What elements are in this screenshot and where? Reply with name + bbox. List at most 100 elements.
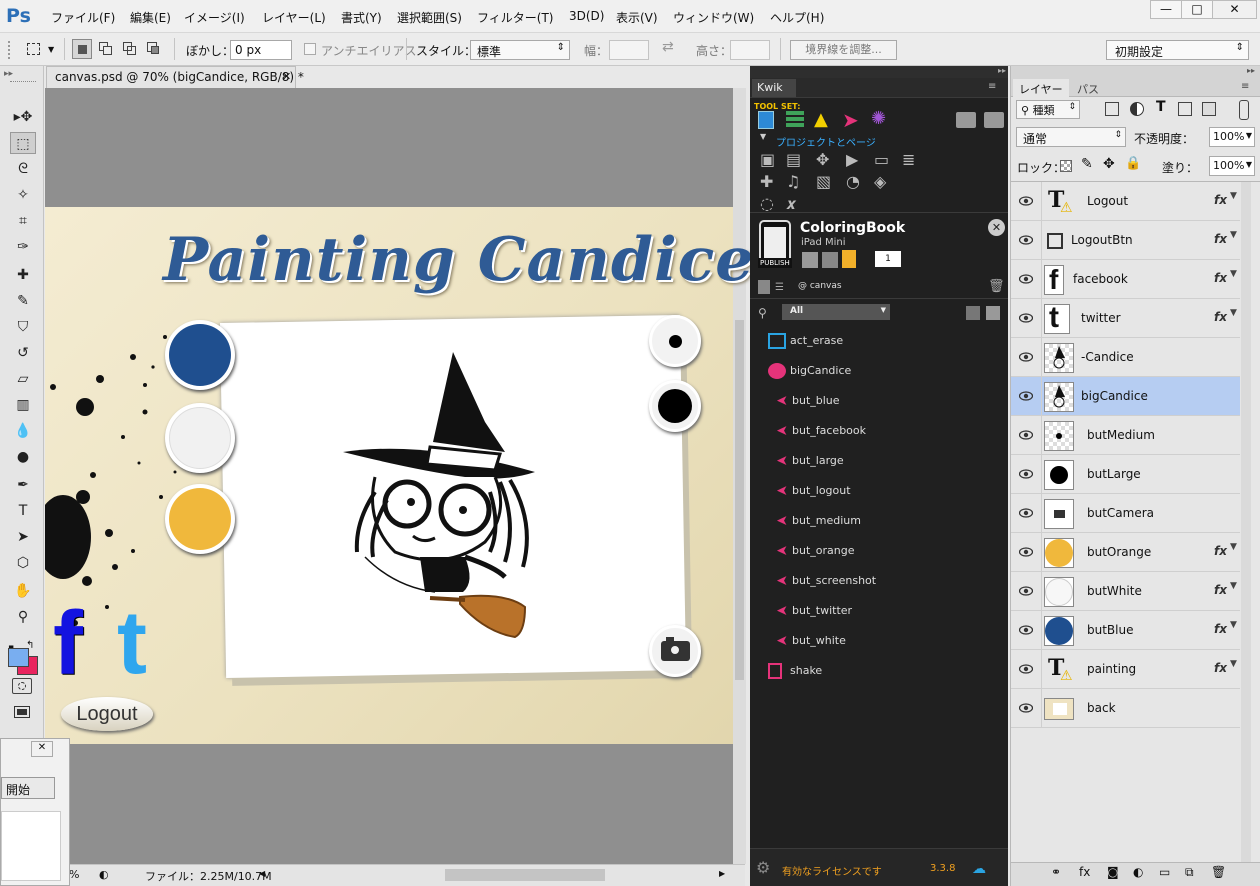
- move-arrows-icon[interactable]: ✥: [816, 150, 829, 169]
- type-tool-icon[interactable]: T: [10, 500, 36, 522]
- layer-name[interactable]: butWhite: [1087, 584, 1142, 598]
- gradient-tool-icon[interactable]: ▥: [10, 394, 36, 416]
- visibility-eye-icon[interactable]: [1018, 234, 1034, 245]
- eyedropper-tool-icon[interactable]: ✑: [10, 236, 36, 258]
- add-folder-icon[interactable]: [956, 112, 976, 128]
- logout-button[interactable]: Logout: [61, 697, 153, 731]
- intersect-selection-button[interactable]: [144, 39, 164, 59]
- x-icon[interactable]: 𝒙: [786, 194, 796, 214]
- foreground-color-swatch[interactable]: [8, 648, 29, 667]
- layer-name[interactable]: back: [1087, 701, 1116, 715]
- page-icon[interactable]: [842, 250, 856, 268]
- layer-row[interactable]: bigCandice: [1011, 377, 1240, 416]
- filter-toggle[interactable]: [1239, 100, 1249, 120]
- lock-position-icon[interactable]: ✥: [1103, 156, 1115, 172]
- dialog-list[interactable]: [1, 811, 61, 881]
- crop-tool-icon[interactable]: ⌗: [10, 210, 36, 232]
- layer-effects-icon[interactable]: fx: [1214, 193, 1227, 207]
- filter-select[interactable]: All ▼: [782, 304, 890, 320]
- layers-tab[interactable]: レイヤー: [1013, 79, 1069, 97]
- white-color-button[interactable]: [165, 403, 235, 473]
- layer-row[interactable]: butLarge: [1011, 455, 1240, 494]
- new-layer-icon[interactable]: ⧉: [1185, 865, 1194, 880]
- kwik-list-item[interactable]: ➤ but_twitter: [768, 603, 998, 625]
- layer-name[interactable]: butLarge: [1087, 467, 1141, 481]
- layer-effects-icon[interactable]: fx: [1214, 271, 1227, 285]
- blur-tool-icon[interactable]: 💧: [10, 420, 36, 442]
- kwik-list-item[interactable]: ➤ but_large: [768, 453, 998, 475]
- kwik-list-item[interactable]: shake: [768, 663, 998, 685]
- layer-row[interactable]: back: [1011, 689, 1240, 728]
- blend-mode-select[interactable]: 通常 ⇕: [1016, 127, 1126, 147]
- panel-menu-icon[interactable]: ≡: [1241, 81, 1249, 92]
- shape-tool-icon[interactable]: ⬡: [10, 552, 36, 574]
- panel-menu-icon[interactable]: ≡: [988, 81, 996, 92]
- page-list-icon[interactable]: [758, 280, 770, 294]
- healing-tool-icon[interactable]: ✚: [10, 264, 36, 286]
- twitter-icon[interactable]: t: [117, 598, 181, 689]
- expand-effects-icon[interactable]: ▼: [1230, 269, 1237, 279]
- screen-mode-icon[interactable]: [12, 704, 32, 720]
- lasso-tool-icon[interactable]: ᘓ: [10, 158, 36, 180]
- layer-name[interactable]: painting: [1087, 662, 1136, 676]
- eraser-tool-icon[interactable]: ▱: [10, 368, 36, 390]
- layer-row[interactable]: butOrange fx ▼: [1011, 533, 1240, 572]
- image-filter-icon[interactable]: [1105, 102, 1119, 116]
- kwik-list-item[interactable]: ➤ but_logout: [768, 483, 998, 505]
- expand-effects-icon[interactable]: ▼: [1230, 620, 1237, 630]
- paths-tab[interactable]: パス: [1077, 81, 1099, 97]
- adjustment-layer-icon[interactable]: ◐: [1133, 865, 1143, 879]
- scroll-right-icon[interactable]: ▶: [719, 869, 731, 881]
- layer-effects-icon[interactable]: fx: [1214, 310, 1227, 324]
- new-group-icon[interactable]: ▭: [1159, 865, 1170, 879]
- feather-input[interactable]: 0 px: [230, 40, 292, 60]
- gallery-icon[interactable]: [822, 252, 838, 268]
- lock-all-icon[interactable]: 🔒: [1125, 156, 1141, 171]
- history-brush-icon[interactable]: ↺: [10, 342, 36, 364]
- kwik-tab[interactable]: Kwik: [752, 79, 796, 97]
- layer-row[interactable]: LogoutBtn fx ▼: [1011, 221, 1240, 260]
- subtract-selection-button[interactable]: [120, 39, 140, 59]
- layer-effects-icon[interactable]: fx: [1214, 544, 1227, 558]
- pages-icon[interactable]: [758, 111, 774, 129]
- collapse-icon[interactable]: ▸▸: [1247, 66, 1255, 75]
- layer-row[interactable]: butCamera: [1011, 494, 1240, 533]
- add-style-icon[interactable]: fx: [1079, 865, 1090, 879]
- expand-effects-icon[interactable]: ▼: [1230, 308, 1237, 318]
- menu-item[interactable]: 選択範囲(S): [397, 9, 462, 26]
- dialog-close-icon[interactable]: ✕: [31, 741, 53, 757]
- terminal-icon[interactable]: ▭: [874, 150, 889, 169]
- layer-name[interactable]: butBlue: [1087, 623, 1133, 637]
- layer-name[interactable]: butMedium: [1087, 428, 1155, 442]
- visibility-eye-icon[interactable]: [1018, 468, 1034, 479]
- add-mask-icon[interactable]: ◙: [1107, 865, 1119, 879]
- expand-effects-icon[interactable]: ▼: [1230, 542, 1237, 552]
- cloud-icon[interactable]: ☁: [972, 861, 986, 877]
- layer-name[interactable]: bigCandice: [1081, 389, 1148, 403]
- quick-mask-icon[interactable]: [12, 678, 32, 694]
- marquee-tool-icon[interactable]: ⬚: [10, 132, 36, 154]
- camera-tool-icon[interactable]: ▣: [760, 150, 775, 169]
- menu-item[interactable]: 書式(Y): [341, 9, 382, 26]
- collapse-icon[interactable]: ▸▸: [4, 69, 13, 79]
- fill-input[interactable]: 100% ▼: [1209, 156, 1255, 176]
- kwik-list-item[interactable]: ➤ but_orange: [768, 543, 998, 565]
- brush-tool-icon[interactable]: ✎: [10, 290, 36, 312]
- layer-row[interactable]: T ⚠ Logout fx ▼: [1011, 182, 1240, 221]
- music-icon[interactable]: ♫: [786, 172, 800, 191]
- kind-filter-select[interactable]: ⚲ 種類 ⇕: [1016, 100, 1080, 119]
- orange-color-button[interactable]: [165, 484, 235, 554]
- canvas[interactable]: Painting Candice f t Logout: [45, 207, 753, 744]
- publish-label[interactable]: PUBLISH: [758, 258, 792, 268]
- visibility-eye-icon[interactable]: [1018, 351, 1034, 362]
- layer-row[interactable]: butMedium: [1011, 416, 1240, 455]
- menu-item[interactable]: 表示(V): [616, 9, 658, 26]
- layer-name[interactable]: twitter: [1081, 311, 1121, 325]
- layer-name[interactable]: butOrange: [1087, 545, 1151, 559]
- move-tool-icon[interactable]: ▸✥: [10, 106, 36, 128]
- add-icon[interactable]: ✚: [760, 172, 773, 191]
- kwik-list-item[interactable]: ➤ but_blue: [768, 393, 998, 415]
- search-icon[interactable]: ⚲: [758, 306, 767, 320]
- close-project-icon[interactable]: ✕: [988, 219, 1005, 236]
- visibility-eye-icon[interactable]: [1018, 429, 1034, 440]
